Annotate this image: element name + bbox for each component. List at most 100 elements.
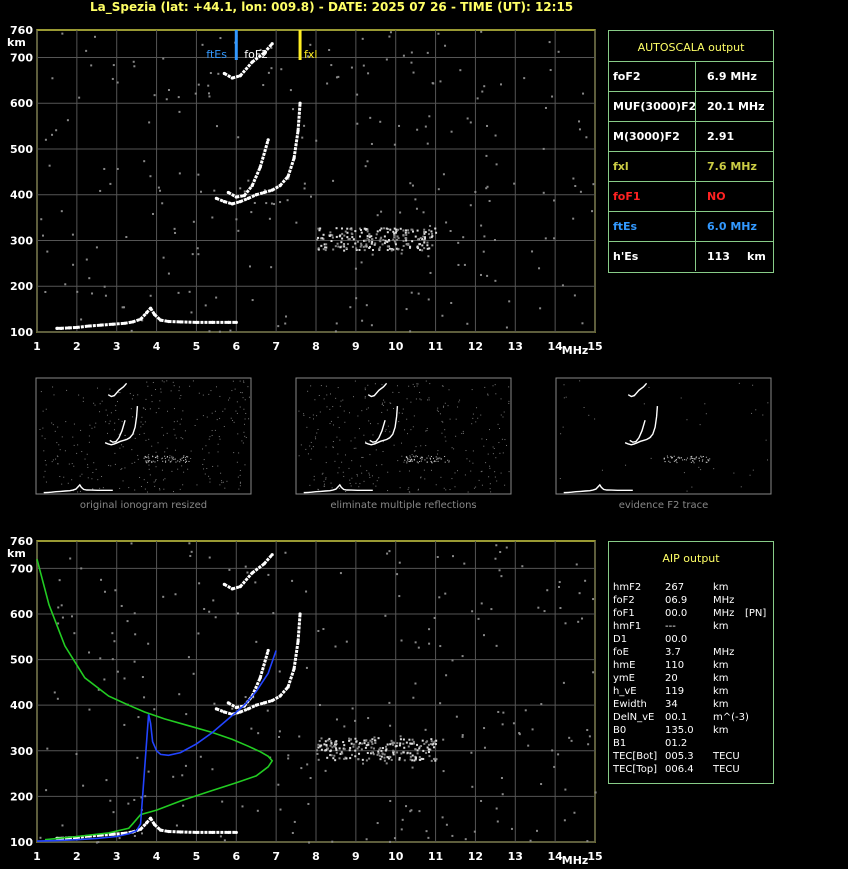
echo-dot bbox=[330, 240, 333, 243]
trace-point bbox=[222, 582, 226, 586]
thumbnail-dot bbox=[309, 445, 311, 447]
echo-dot bbox=[343, 249, 346, 252]
thumbnail-dot bbox=[55, 458, 57, 460]
echo-dot bbox=[363, 227, 366, 230]
echo-dot bbox=[409, 752, 412, 755]
thumbnail-echo bbox=[693, 458, 695, 460]
noise-dot bbox=[427, 743, 430, 746]
echo-dot bbox=[389, 228, 392, 231]
x-tick-label: 1 bbox=[33, 340, 41, 353]
echo-dot bbox=[368, 240, 371, 243]
thumbnail-dot bbox=[376, 480, 378, 482]
noise-dot bbox=[244, 696, 247, 699]
thumbnail-dot bbox=[211, 412, 213, 414]
thumbnail-dot bbox=[84, 458, 86, 460]
echo-dot bbox=[423, 228, 426, 231]
noise-dot bbox=[415, 207, 418, 210]
echo-dot bbox=[373, 739, 376, 742]
thumbnail-dot bbox=[182, 438, 184, 440]
echo-dot bbox=[414, 757, 417, 760]
thumbnail-dot bbox=[408, 470, 410, 472]
thumbnail-dot bbox=[339, 405, 341, 407]
noise-dot bbox=[197, 253, 200, 256]
thumbnail-dot bbox=[42, 427, 44, 429]
echo-dot bbox=[429, 743, 432, 746]
autoscala-param-name: fxl bbox=[613, 160, 629, 173]
noise-dot bbox=[141, 832, 144, 835]
thumbnail-dot bbox=[153, 481, 155, 483]
echo-dot bbox=[365, 228, 368, 231]
thumbnail-dot bbox=[459, 399, 461, 401]
thumbnail-echo bbox=[691, 457, 693, 459]
thumbnail-dot bbox=[767, 459, 769, 461]
noise-dot bbox=[549, 69, 552, 72]
thumbnail-dot bbox=[477, 417, 479, 419]
echo-dot bbox=[329, 750, 332, 753]
thumbnail-dot bbox=[73, 465, 75, 467]
noise-dot bbox=[277, 783, 280, 786]
noise-dot bbox=[192, 672, 195, 675]
noise-dot bbox=[578, 592, 581, 595]
thumbnail-dot bbox=[444, 402, 446, 404]
thumbnail-dot bbox=[121, 468, 123, 470]
thumbnail-dot bbox=[145, 398, 147, 400]
noise-dot bbox=[427, 255, 430, 258]
thumbnail-echo bbox=[682, 459, 684, 461]
noise-dot bbox=[483, 85, 486, 88]
thumbnail-dot bbox=[218, 436, 220, 438]
thumbnail-dot bbox=[442, 421, 444, 423]
thumbnail-dot bbox=[214, 410, 216, 412]
aip-unit: MHz bbox=[713, 647, 735, 658]
echo-dot bbox=[386, 249, 389, 252]
aip-value: 20 bbox=[665, 673, 678, 684]
noise-dot bbox=[577, 620, 580, 623]
thumbnail-dot bbox=[54, 430, 56, 432]
noise-dot bbox=[428, 642, 431, 645]
thumbnail-dot bbox=[335, 397, 337, 399]
thumbnail-dot bbox=[466, 458, 468, 460]
noise-dot bbox=[501, 793, 504, 796]
thumbnail-dot bbox=[399, 487, 401, 489]
thumbnail-dot bbox=[117, 401, 119, 403]
echo-dot bbox=[357, 745, 360, 748]
noise-dot bbox=[477, 617, 480, 620]
noise-dot bbox=[479, 273, 482, 276]
autoscala-param-unit: km bbox=[747, 250, 766, 263]
echo-dot bbox=[416, 245, 419, 248]
thumbnail-dot bbox=[217, 443, 219, 445]
thumbnail-dot bbox=[705, 413, 707, 415]
noise-dot bbox=[411, 184, 414, 187]
thumbnail-dot bbox=[493, 447, 495, 449]
thumbnail-dot bbox=[713, 468, 715, 470]
noise-dot bbox=[581, 617, 584, 620]
thumbnail-dot bbox=[699, 424, 701, 426]
thumbnail-dot bbox=[351, 460, 353, 462]
echo-dot bbox=[361, 758, 364, 761]
echo-dot bbox=[358, 248, 361, 251]
x-tick-label: 12 bbox=[468, 340, 483, 353]
thumbnail-dot bbox=[239, 485, 241, 487]
echo-dot bbox=[322, 248, 325, 251]
noise-dot bbox=[237, 229, 240, 232]
noise-dot bbox=[428, 115, 431, 118]
thumbnail-dot bbox=[451, 478, 453, 480]
thumbnail-dot bbox=[228, 399, 230, 401]
trace-point bbox=[152, 823, 157, 827]
thumbnail-dot bbox=[208, 438, 210, 440]
thumbnail-dot bbox=[389, 431, 391, 433]
thumbnail-dot bbox=[411, 454, 413, 456]
noise-dot bbox=[126, 620, 129, 623]
thumbnail-echo bbox=[698, 457, 700, 459]
thumbnail-dot bbox=[148, 454, 150, 456]
thumbnail-echo bbox=[416, 456, 418, 458]
thumbnail-dot bbox=[243, 431, 245, 433]
trace-point bbox=[222, 710, 226, 714]
thumbnail-dot bbox=[236, 461, 238, 463]
noise-dot bbox=[189, 554, 192, 557]
thumbnail-dot bbox=[310, 385, 312, 387]
noise-dot bbox=[449, 230, 452, 233]
noise-dot bbox=[540, 783, 543, 786]
noise-dot bbox=[379, 120, 382, 123]
noise-dot bbox=[399, 211, 402, 214]
noise-dot bbox=[57, 622, 60, 625]
